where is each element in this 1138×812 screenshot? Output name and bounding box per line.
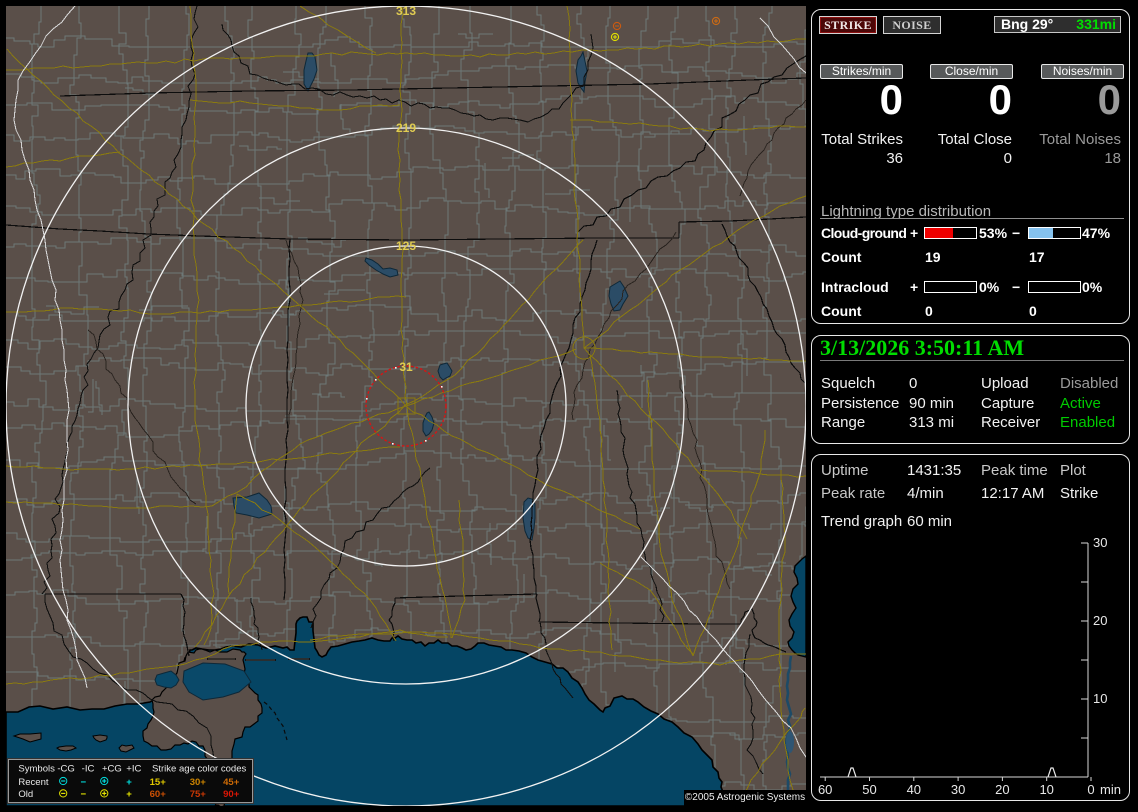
svg-text:60+: 60+	[150, 789, 167, 800]
svg-text:10: 10	[1093, 691, 1107, 706]
svg-text:30+: 30+	[190, 777, 207, 788]
svg-text:−: −	[80, 789, 86, 800]
svg-text:Symbols: Symbols	[18, 763, 55, 774]
svg-text:Recent: Recent	[18, 777, 49, 788]
svg-text:-CG: -CG	[57, 763, 74, 774]
svg-text:50: 50	[862, 782, 876, 797]
svg-text:-IC: -IC	[82, 763, 95, 774]
svg-text:125: 125	[396, 239, 416, 253]
svg-text:+: +	[126, 777, 132, 788]
svg-text:31: 31	[399, 360, 413, 374]
svg-text:40: 40	[907, 782, 921, 797]
svg-text:75+: 75+	[190, 789, 207, 800]
svg-text:90+: 90+	[223, 789, 240, 800]
svg-text:20: 20	[1093, 613, 1107, 628]
svg-text:Strike age color codes: Strike age color codes	[152, 763, 247, 774]
svg-text:20: 20	[995, 782, 1009, 797]
svg-text:min: min	[1100, 782, 1121, 797]
svg-text:30: 30	[951, 782, 965, 797]
svg-text:−: −	[80, 777, 86, 788]
svg-text:219: 219	[396, 121, 416, 135]
svg-text:60: 60	[818, 782, 832, 797]
svg-text:45+: 45+	[223, 777, 240, 788]
svg-text:0: 0	[1087, 782, 1094, 797]
svg-text:+IC: +IC	[126, 763, 141, 774]
svg-text:+: +	[126, 789, 132, 800]
svg-text:30: 30	[1093, 535, 1107, 550]
svg-text:+CG: +CG	[102, 763, 122, 774]
svg-text:10: 10	[1039, 782, 1053, 797]
svg-text:15+: 15+	[150, 777, 167, 788]
svg-text:313: 313	[396, 6, 416, 18]
svg-text:Old: Old	[18, 789, 33, 800]
